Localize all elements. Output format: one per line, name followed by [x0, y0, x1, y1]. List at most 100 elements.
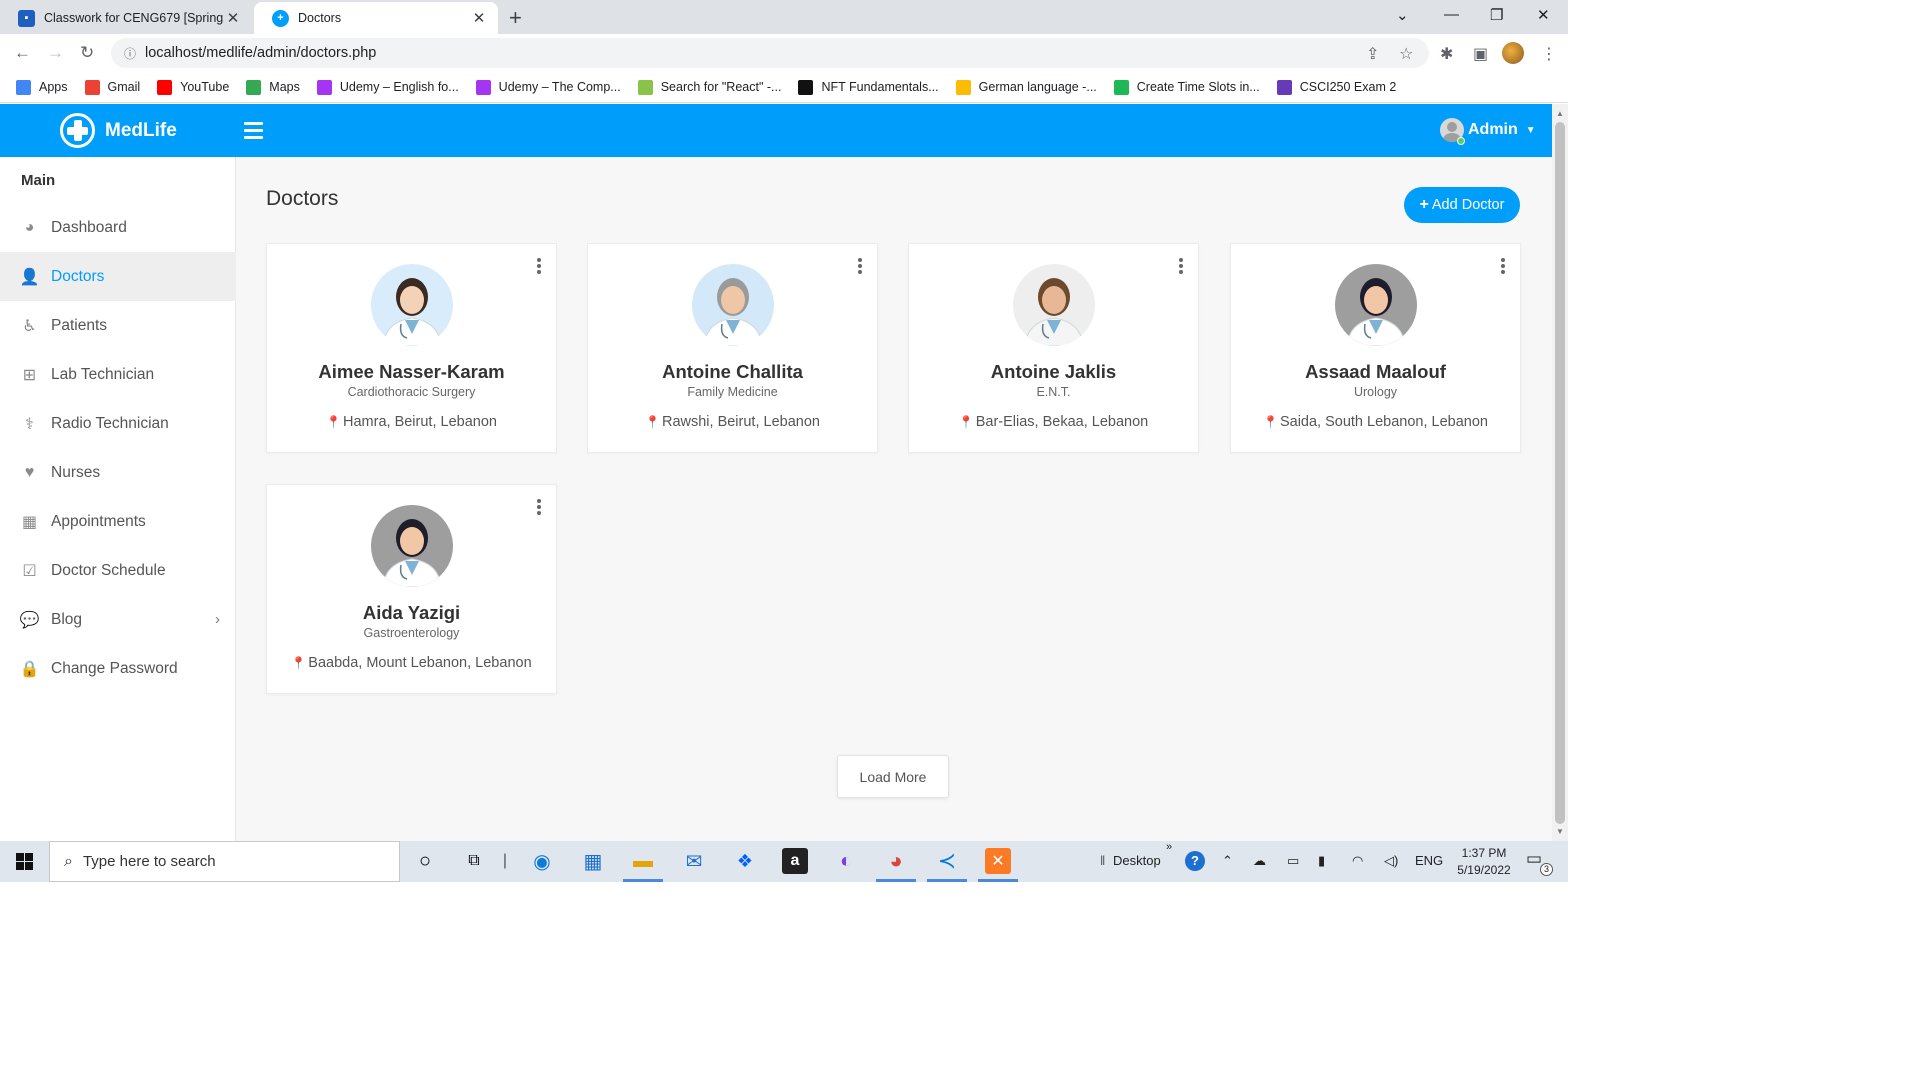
doctor-card[interactable]: Antoine Challita Family Medicine 📍 Rawshi, …	[587, 243, 878, 453]
more-options-icon[interactable]	[537, 258, 542, 276]
doctor-avatar[interactable]	[1013, 264, 1095, 346]
bookmark-item[interactable]: Create Time Slots in...	[1113, 79, 1260, 95]
chrome-icon[interactable]: ◕	[883, 848, 909, 874]
show-hidden-icons-icon[interactable]: ⌃	[1222, 853, 1233, 869]
sidebar-item-label: Blog	[51, 610, 83, 628]
load-more-button[interactable]: Load More	[837, 755, 949, 798]
url-text[interactable]: localhost/medlife/admin/doctors.php	[145, 45, 376, 61]
restore-icon[interactable]: ❐	[1490, 6, 1503, 24]
doctor-name[interactable]: Aida Yazigi	[267, 602, 556, 624]
doctor-name[interactable]: Assaad Maalouf	[1231, 361, 1520, 383]
doctor-avatar[interactable]	[371, 264, 453, 346]
new-tab-icon[interactable]: +	[509, 5, 522, 31]
windows-start-icon[interactable]	[16, 853, 33, 870]
bookmark-item[interactable]: Search for "React" -...	[637, 79, 781, 95]
bookmark-item[interactable]: CSCI250 Exam 2	[1276, 79, 1396, 95]
doctor-card[interactable]: Assaad Maalouf Urology 📍 Saida, South Leban…	[1230, 243, 1521, 453]
bookmark-item[interactable]: Apps	[16, 79, 68, 95]
sidebar-item-appointments[interactable]: ▦ Appointments	[0, 497, 236, 546]
vscode-icon[interactable]: ≺	[934, 848, 960, 874]
doctor-card[interactable]: Antoine Jaklis E.N.T. 📍 Bar-Elias, Bekaa, L…	[908, 243, 1199, 453]
help-icon[interactable]: ?	[1185, 851, 1205, 871]
browser-tab-classwork[interactable]: ▪ Classwork for CENG679 [Spring2... ✕	[0, 2, 252, 34]
doctor-card[interactable]: Aimee Nasser-Karam Cardiothoracic Surgery…	[266, 243, 557, 453]
dropbox-icon[interactable]: ❖	[732, 848, 758, 874]
task-view-icon[interactable]: ⧉	[461, 848, 487, 874]
doctor-name[interactable]: Aimee Nasser-Karam	[267, 361, 556, 383]
sidebar-item-nurses[interactable]: ♥ Nurses	[0, 448, 236, 497]
desktop-toolbar[interactable]: Desktop	[1113, 853, 1161, 868]
bookmark-item[interactable]: NFT Fundamentals...	[798, 79, 939, 95]
sidebar-item-patients[interactable]: ♿ Patients	[0, 301, 236, 350]
doctor-name[interactable]: Antoine Challita	[588, 361, 877, 383]
system-clock[interactable]: 1:37 PM 5/19/2022	[1446, 845, 1522, 879]
scroll-up-icon[interactable]: ▲	[1556, 109, 1564, 118]
toolbar-expand-icon[interactable]: »	[1166, 841, 1172, 853]
more-options-icon[interactable]	[1501, 258, 1506, 276]
cortana-icon[interactable]: ○	[412, 848, 438, 874]
profile-avatar[interactable]	[1502, 42, 1524, 64]
wifi-icon[interactable]: ◠	[1352, 853, 1363, 869]
doctor-card[interactable]: Aida Yazigi Gastroenterology 📍 Baabda, Moun…	[266, 484, 557, 694]
page-scrollbar[interactable]: ▲ ▼	[1552, 104, 1568, 841]
battery-icon[interactable]: ▮	[1318, 853, 1325, 869]
brand-logo[interactable]: MedLife	[60, 113, 177, 148]
onedrive-icon[interactable]: ☁	[1253, 853, 1266, 869]
bookmark-item[interactable]: Udemy – The Comp...	[475, 79, 621, 95]
back-icon[interactable]: ←	[14, 43, 31, 63]
menu-toggle-icon[interactable]	[244, 122, 263, 143]
bookmark-item[interactable]: Udemy – English fo...	[316, 79, 459, 95]
store-icon[interactable]: ▦	[580, 848, 606, 874]
address-bar[interactable]: ⓘ localhost/medlife/admin/doctors.php	[111, 38, 1429, 68]
doctor-location-text: Hamra, Beirut, Lebanon	[343, 414, 497, 430]
doctor-avatar[interactable]	[371, 505, 453, 587]
taskbar-search-input[interactable]: ⌕ Type here to search	[49, 841, 400, 882]
file-explorer-icon[interactable]: ▬	[630, 848, 656, 874]
sidebar-item-doctors[interactable]: 👤 Doctors	[0, 252, 236, 301]
reload-icon[interactable]: ↻	[80, 43, 94, 63]
minimize-icon[interactable]: —	[1444, 6, 1459, 23]
xampp-icon[interactable]: ✕	[985, 848, 1011, 874]
close-window-icon[interactable]: ✕	[1537, 6, 1550, 24]
sidebar-item-doctor-schedule[interactable]: ☑ Doctor Schedule	[0, 546, 236, 595]
browser-tab-doctors[interactable]: + Doctors ✕	[254, 2, 498, 34]
scroll-down-icon[interactable]: ▼	[1556, 827, 1564, 836]
volume-icon[interactable]: ◁)	[1384, 853, 1398, 869]
user-md-icon: 👤	[19, 268, 40, 286]
tab-search-icon[interactable]: ⌄	[1396, 6, 1409, 24]
more-options-icon[interactable]	[1179, 258, 1184, 276]
side-panel-icon[interactable]: ▣	[1473, 44, 1488, 64]
bookmark-item[interactable]: Gmail	[84, 79, 140, 95]
sidebar-item-blog[interactable]: 💬 Blog ›	[0, 595, 236, 644]
extensions-icon[interactable]: ✱	[1440, 44, 1453, 64]
add-doctor-button[interactable]: + Add Doctor	[1404, 187, 1520, 223]
share-icon[interactable]: ⇪	[1366, 44, 1379, 64]
more-options-icon[interactable]	[537, 499, 542, 517]
browser-menu-icon[interactable]: ⋮	[1541, 44, 1557, 64]
close-tab-icon[interactable]: ✕	[224, 9, 242, 27]
sidebar-item-radio-technician[interactable]: ⚕ Radio Technician	[0, 399, 236, 448]
scroll-thumb[interactable]	[1555, 122, 1565, 824]
bookmark-item[interactable]: German language -...	[955, 79, 1097, 95]
bookmark-favicon-icon	[246, 79, 262, 95]
meet-now-icon[interactable]: ▭	[1287, 853, 1299, 869]
doctor-avatar[interactable]	[692, 264, 774, 346]
sidebar-item-lab-technician[interactable]: ⊞ Lab Technician	[0, 350, 236, 399]
tor-browser-icon[interactable]: ◐	[833, 848, 859, 874]
more-options-icon[interactable]	[858, 258, 863, 276]
edge-icon[interactable]: ◉	[529, 848, 555, 874]
user-menu[interactable]: Admin ▼	[1440, 118, 1536, 142]
doctor-name[interactable]: Antoine Jaklis	[909, 361, 1198, 383]
sidebar-item-change-password[interactable]: 🔒 Change Password	[0, 644, 236, 693]
forward-icon[interactable]: →	[47, 43, 64, 63]
language-indicator[interactable]: ENG	[1415, 853, 1443, 868]
close-tab-icon[interactable]: ✕	[470, 9, 488, 27]
doctor-avatar[interactable]	[1335, 264, 1417, 346]
sidebar-item-dashboard[interactable]: ◕ Dashboard	[0, 203, 236, 252]
bookmark-item[interactable]: Maps	[246, 79, 300, 95]
bookmark-item[interactable]: YouTube	[157, 79, 229, 95]
site-info-icon[interactable]: ⓘ	[115, 45, 145, 62]
amazon-icon[interactable]: a	[782, 848, 808, 874]
bookmark-star-icon[interactable]: ☆	[1399, 44, 1413, 64]
mail-icon[interactable]: ✉	[681, 848, 707, 874]
